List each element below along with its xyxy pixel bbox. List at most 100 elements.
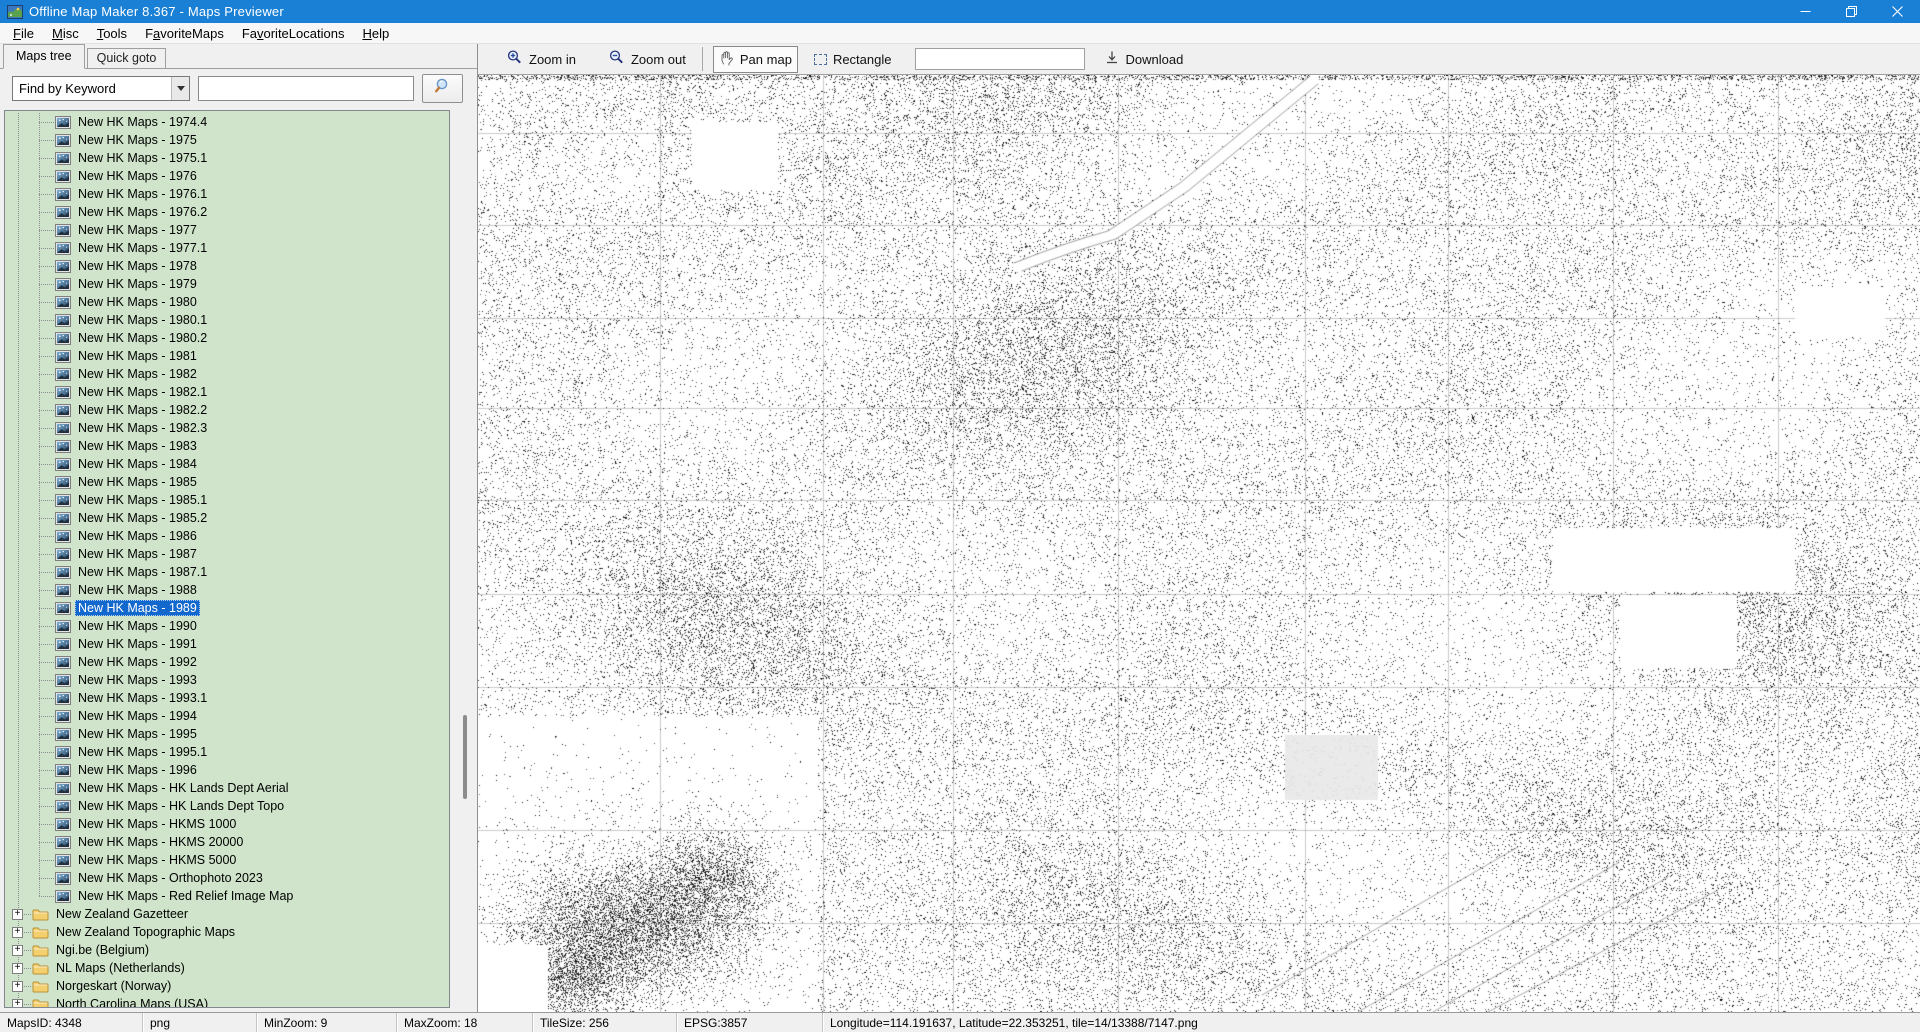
- tree-item[interactable]: New HK Maps - 1974.4: [5, 113, 449, 131]
- tree-item[interactable]: New HK Maps - 1976: [5, 167, 449, 185]
- tree-item[interactable]: New HK Maps - 1975: [5, 131, 449, 149]
- tree-item[interactable]: New HK Maps - 1988: [5, 581, 449, 599]
- expand-icon[interactable]: +: [12, 998, 23, 1007]
- menu-favoritelocations[interactable]: FavoriteLocations: [233, 24, 354, 43]
- tree-item[interactable]: New HK Maps - 1982.3: [5, 419, 449, 437]
- tree-item[interactable]: New HK Maps - 1995: [5, 725, 449, 743]
- menu-tools[interactable]: Tools: [88, 24, 136, 43]
- tree-item[interactable]: New HK Maps - Red Relief Image Map: [5, 887, 449, 905]
- tree-connector: [39, 590, 54, 591]
- map-canvas[interactable]: [478, 75, 1920, 1012]
- map-image-icon: [55, 403, 71, 417]
- tree-item[interactable]: New HK Maps - 1979: [5, 275, 449, 293]
- tree-item[interactable]: New HK Maps - 1980.2: [5, 329, 449, 347]
- tree-item[interactable]: New HK Maps - 1977.1: [5, 239, 449, 257]
- tree-folder[interactable]: + NL Maps (Netherlands): [5, 959, 449, 977]
- find-mode-select[interactable]: Find by Keyword: [12, 76, 190, 101]
- tree-item[interactable]: New HK Maps - 1989: [5, 599, 449, 617]
- tree-item[interactable]: New HK Maps - 1976.2: [5, 203, 449, 221]
- tree-item[interactable]: New HK Maps - 1990: [5, 617, 449, 635]
- tree-connector: [24, 932, 31, 933]
- tree-scrollbar[interactable]: [456, 110, 474, 1008]
- tree-item[interactable]: New HK Maps - 1987: [5, 545, 449, 563]
- tree-item[interactable]: New HK Maps - 1985.2: [5, 509, 449, 527]
- pan-map-label: Pan map: [739, 51, 792, 67]
- tree-item[interactable]: New HK Maps - 1981: [5, 347, 449, 365]
- tree-item[interactable]: New HK Maps - 1985: [5, 473, 449, 491]
- zoom-out-icon: [608, 49, 625, 69]
- tree-item[interactable]: New HK Maps - Orthophoto 2023: [5, 869, 449, 887]
- find-mode-value: Find by Keyword: [19, 81, 116, 96]
- pan-map-button[interactable]: Pan map: [712, 45, 798, 73]
- tree-scrollbar-thumb[interactable]: [463, 715, 467, 799]
- expand-icon[interactable]: +: [12, 908, 23, 920]
- tree-item[interactable]: New HK Maps - 1994: [5, 707, 449, 725]
- tree-item-label: New HK Maps - Red Relief Image Map: [78, 889, 294, 903]
- expand-icon[interactable]: +: [12, 944, 23, 956]
- download-path-input[interactable]: [915, 48, 1086, 70]
- restore-button[interactable]: [1828, 0, 1874, 23]
- tree-item[interactable]: New HK Maps - 1993: [5, 671, 449, 689]
- tree-item[interactable]: New HK Maps - HK Lands Dept Aerial: [5, 779, 449, 797]
- tree-item[interactable]: New HK Maps - 1977: [5, 221, 449, 239]
- tree-item[interactable]: New HK Maps - 1984: [5, 455, 449, 473]
- tree-item[interactable]: New HK Maps - 1978: [5, 257, 449, 275]
- tree-item-label: New HK Maps - 1992: [78, 655, 197, 669]
- menu-misc[interactable]: Misc: [43, 24, 88, 43]
- tree-item[interactable]: New HK Maps - HKMS 5000: [5, 851, 449, 869]
- map-image-icon: [55, 295, 71, 309]
- tab-maps-tree[interactable]: Maps tree: [3, 44, 85, 69]
- tree-item-label: New HK Maps - 1979: [78, 277, 197, 291]
- tree-item[interactable]: New HK Maps - 1992: [5, 653, 449, 671]
- tree-folder[interactable]: + New Zealand Topographic Maps: [5, 923, 449, 941]
- tree-item[interactable]: New HK Maps - HKMS 1000: [5, 815, 449, 833]
- map-image-icon: [55, 241, 71, 255]
- tree-folder[interactable]: + Norgeskart (Norway): [5, 977, 449, 995]
- tree-item[interactable]: New HK Maps - 1982.1: [5, 383, 449, 401]
- tree-item[interactable]: New HK Maps - HK Lands Dept Topo: [5, 797, 449, 815]
- zoom-in-button[interactable]: Zoom in: [500, 45, 582, 73]
- tree-folder[interactable]: + New Zealand Gazetteer: [5, 905, 449, 923]
- menu-favoritemaps[interactable]: FavoriteMaps: [136, 24, 233, 43]
- tree-connector: [24, 968, 31, 969]
- menu-file[interactable]: File: [4, 24, 43, 43]
- menu-bar: File Misc Tools FavoriteMaps FavoriteLocatio…: [0, 23, 1920, 44]
- minimize-button[interactable]: [1782, 0, 1828, 23]
- tree-item[interactable]: New HK Maps - 1982: [5, 365, 449, 383]
- expand-icon[interactable]: +: [12, 926, 23, 938]
- expand-icon[interactable]: +: [12, 962, 23, 974]
- tree-item[interactable]: New HK Maps - 1996: [5, 761, 449, 779]
- tree-item[interactable]: New HK Maps - 1993.1: [5, 689, 449, 707]
- map-image-icon: [55, 709, 71, 723]
- tree-item[interactable]: New HK Maps - 1986: [5, 527, 449, 545]
- search-button[interactable]: [422, 74, 463, 103]
- tree-item[interactable]: New HK Maps - 1991: [5, 635, 449, 653]
- tree-connector: [39, 716, 54, 717]
- expand-icon[interactable]: +: [12, 980, 23, 992]
- tree-folder[interactable]: + Ngi.be (Belgium): [5, 941, 449, 959]
- left-panel: Maps tree Quick goto Find by Keyword New…: [0, 44, 477, 1012]
- tree-item[interactable]: New HK Maps - 1980.1: [5, 311, 449, 329]
- tree-item[interactable]: New HK Maps - 1995.1: [5, 743, 449, 761]
- magnifier-icon: [434, 77, 452, 100]
- tree-item-label: New HK Maps - 1985.1: [78, 493, 208, 507]
- chevron-down-icon[interactable]: [171, 77, 189, 100]
- tree-connector: [39, 518, 54, 519]
- tree-item[interactable]: New HK Maps - 1985.1: [5, 491, 449, 509]
- tree-item[interactable]: New HK Maps - HKMS 20000: [5, 833, 449, 851]
- folder-icon: [32, 944, 49, 957]
- tab-quick-goto[interactable]: Quick goto: [86, 48, 167, 69]
- download-button[interactable]: Download: [1099, 46, 1189, 72]
- rectangle-button[interactable]: Rectangle: [808, 48, 898, 71]
- tree-item[interactable]: New HK Maps - 1975.1: [5, 149, 449, 167]
- tree-item[interactable]: New HK Maps - 1987.1: [5, 563, 449, 581]
- close-button[interactable]: [1874, 0, 1920, 23]
- tree-item[interactable]: New HK Maps - 1982.2: [5, 401, 449, 419]
- tree-item[interactable]: New HK Maps - 1983: [5, 437, 449, 455]
- keyword-input[interactable]: [198, 76, 414, 101]
- tree-folder[interactable]: + North Carolina Maps (USA): [5, 995, 449, 1007]
- zoom-out-button[interactable]: Zoom out: [602, 45, 692, 73]
- tree-item[interactable]: New HK Maps - 1980: [5, 293, 449, 311]
- menu-help[interactable]: Help: [353, 24, 398, 43]
- tree-item[interactable]: New HK Maps - 1976.1: [5, 185, 449, 203]
